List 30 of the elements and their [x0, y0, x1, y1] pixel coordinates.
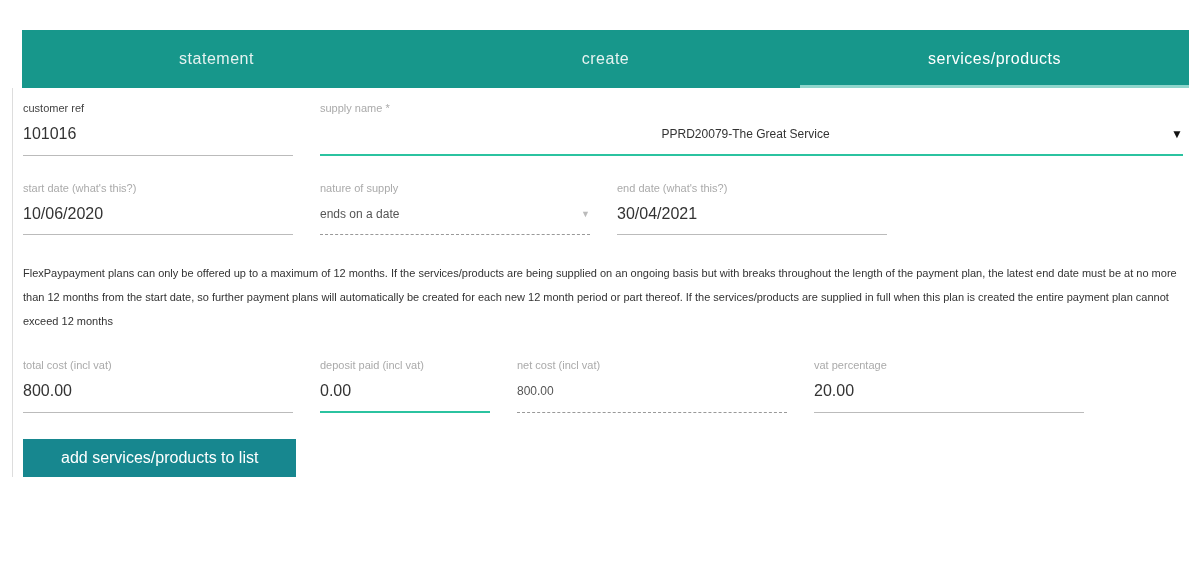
input-field[interactable]: start date (what's this?) 10/06/2020: [23, 182, 293, 235]
field-label: total cost (incl vat): [23, 359, 113, 373]
input-field[interactable]: customer ref 101016: [23, 102, 293, 156]
input-field[interactable]: deposit paid (incl vat) 0.00: [320, 359, 490, 413]
field-value: PPRD20079-The Great Service: [660, 127, 831, 141]
field-label: deposit paid (incl vat): [320, 359, 425, 373]
caret-icon: ▼: [581, 209, 590, 219]
add-button[interactable]: add services/products to list: [23, 439, 297, 477]
field-value: 30/04/2021: [617, 205, 699, 223]
caret-icon: ▼: [1171, 127, 1183, 141]
input-field[interactable]: end date (what's this?) 30/04/2021: [617, 182, 887, 235]
field-value: 800.00: [23, 382, 73, 400]
field-value: 800.00: [517, 384, 555, 398]
info-paragraph: FlexPaypayment plans can only be offered up to a maximum of 12 months. If the services/products are being supplied on an ongoing basis but with breaks throughout the length of the payment plan, the latest end date must be at no more than 12 months from the start date, so further payment plans will automatically be created for each new 12 month period or part thereof. If the services/products are supplied in full when this plan is created the entire payment plan cannot exceed 12 months: [23, 266, 1178, 329]
field-value: 101016: [23, 125, 78, 143]
input-field[interactable]: vat percentage 20.00: [814, 359, 1084, 413]
field-label: customer ref: [23, 102, 86, 116]
field-value: 10/06/2020: [23, 205, 105, 223]
field-value: 20.00: [814, 382, 856, 400]
field-value: ends on a date: [320, 207, 401, 221]
tab[interactable]: services/products: [800, 30, 1189, 88]
field-label: supply name *: [320, 102, 391, 116]
input-field[interactable]: total cost (incl vat) 800.00: [23, 359, 293, 413]
field-label: end date (what's this?): [617, 182, 729, 196]
field-label: start date (what's this?): [23, 182, 138, 196]
field-label: vat percentage: [814, 359, 888, 373]
field-label: net cost (incl vat): [517, 359, 602, 373]
select-field[interactable]: supply name * PPRD20079-The Great Service ▼: [320, 102, 1183, 156]
field-label: nature of supply: [320, 182, 400, 196]
field-value: 0.00: [320, 382, 353, 400]
